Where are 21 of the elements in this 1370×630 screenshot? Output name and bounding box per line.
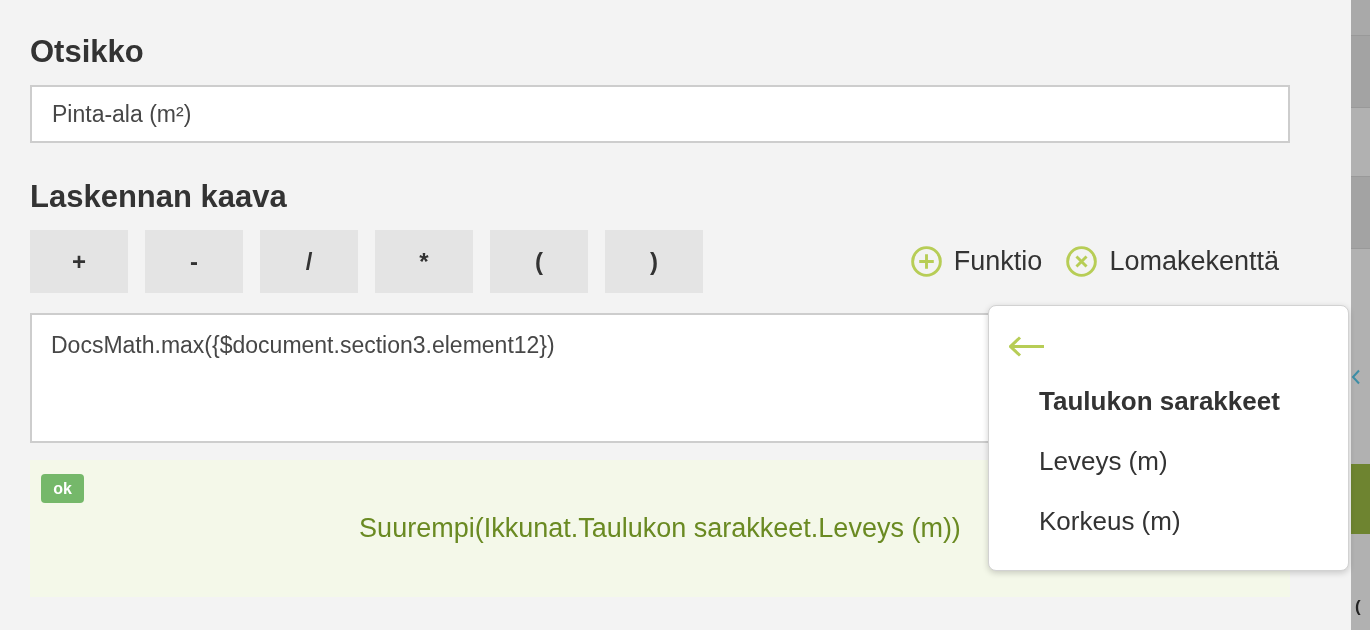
operator-button[interactable]: - [145,230,243,293]
menu-item[interactable]: Korkeus (m) [1039,491,1181,551]
operator-button[interactable]: + [30,230,128,293]
result-text: Suurempi(Ikkunat.Taulukon sarakkeet.Leveys (m)) [359,513,961,544]
menu-heading: Taulukon sarakkeet [1039,385,1280,418]
toolbar-link[interactable]: Funktio [910,246,1043,277]
chevron-icon [1351,369,1361,385]
operator-button[interactable]: * [375,230,473,293]
page-text: ( [1355,596,1361,618]
toolbar-link[interactable]: Lomakekenttä [1066,246,1279,277]
title-input-field[interactable]: Pinta-ala (m²) [30,85,1290,143]
page-bar [1351,464,1370,534]
x-circle-icon [1066,246,1098,277]
operator-button[interactable]: ( [490,230,588,293]
formula-label: Laskennan kaava [30,178,287,215]
plus-circle-icon [910,246,942,277]
operator-button[interactable]: ) [605,230,703,293]
back-arrow-icon[interactable] [1009,336,1044,357]
field-label: Otsikko [30,33,144,70]
status-badge: ok [41,474,84,503]
operator-button[interactable]: / [260,230,358,293]
